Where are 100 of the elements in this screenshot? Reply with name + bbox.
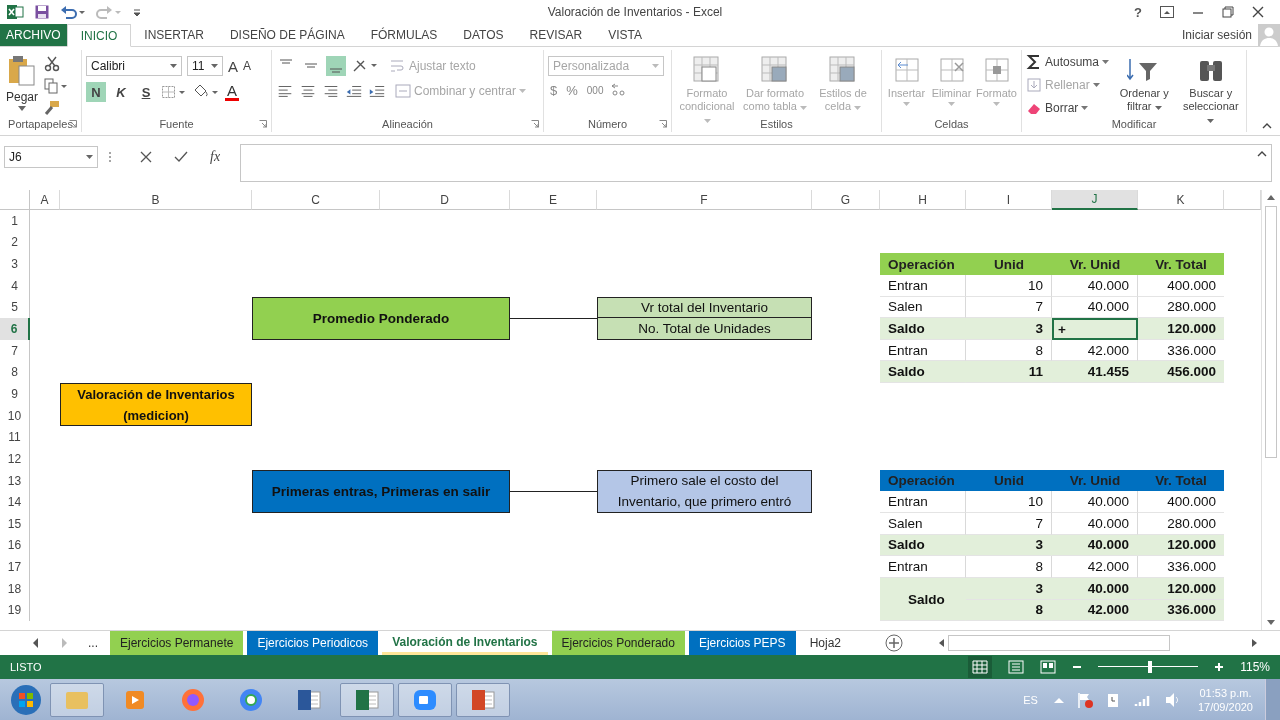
- font-style-button[interactable]: S: [136, 82, 156, 102]
- help-button[interactable]: ?: [1134, 4, 1142, 20]
- ribbon-button[interactable]: Buscar y seleccionar: [1179, 52, 1242, 126]
- expand-icon[interactable]: [1257, 151, 1267, 157]
- row-header[interactable]: 16: [0, 534, 30, 557]
- font-color-button[interactable]: A: [225, 83, 239, 101]
- scroll-up-icon[interactable]: [1267, 194, 1275, 200]
- column-header[interactable]: K: [1138, 190, 1224, 210]
- row-header[interactable]: 7: [0, 339, 30, 362]
- ribbon-tab[interactable]: ARCHIVO: [0, 24, 67, 46]
- column-header[interactable]: D: [380, 190, 510, 210]
- scroll-down-icon[interactable]: [1267, 620, 1275, 626]
- column-header[interactable]: G: [812, 190, 880, 210]
- save-icon[interactable]: [34, 4, 50, 20]
- grow-font-button[interactable]: A: [228, 57, 238, 75]
- scissors-icon[interactable]: [44, 56, 61, 72]
- sheet-tab[interactable]: Ejercicios Permanete: [110, 631, 244, 655]
- column-header[interactable]: I: [966, 190, 1052, 210]
- page-layout-icon[interactable]: [1008, 660, 1025, 674]
- row-header[interactable]: 9: [0, 383, 30, 405]
- format-painter-icon[interactable]: [44, 100, 61, 116]
- ribbon-button[interactable]: Ordenar y filtrar: [1113, 52, 1176, 113]
- cancel-icon[interactable]: [140, 151, 152, 163]
- customize-icon[interactable]: [132, 7, 142, 17]
- column-header[interactable]: E: [510, 190, 597, 210]
- close-icon[interactable]: [1252, 6, 1264, 18]
- font-style-button[interactable]: N: [86, 82, 106, 102]
- ribbon-button[interactable]: Autosuma: [1026, 52, 1110, 72]
- row-header[interactable]: 1: [0, 210, 30, 232]
- column-header[interactable]: A: [30, 190, 60, 210]
- column-header[interactable]: J: [1052, 190, 1138, 210]
- scroll-right-icon[interactable]: [1252, 639, 1258, 647]
- insert-function-button[interactable]: fx: [210, 149, 221, 165]
- sign-in-link[interactable]: Iniciar sesión: [1181, 28, 1252, 42]
- sheet-tab[interactable]: Ejercicios PEPS: [688, 631, 796, 655]
- sheet-tab[interactable]: Ejercicios Periodicos: [247, 631, 379, 655]
- ribbon-tab[interactable]: FÓRMULAS: [357, 24, 451, 46]
- row-header[interactable]: 17: [0, 556, 30, 578]
- row-header[interactable]: 18: [0, 577, 30, 600]
- row-header[interactable]: 12: [0, 448, 30, 470]
- add-sheet-icon[interactable]: [885, 634, 903, 652]
- font-style-button[interactable]: K: [111, 82, 131, 102]
- row-header[interactable]: 2: [0, 231, 30, 254]
- taskbar-button[interactable]: [340, 682, 394, 717]
- previous-sheet-icon[interactable]: [32, 638, 40, 648]
- number-format-button[interactable]: %: [564, 82, 580, 98]
- scrollbar-thumb[interactable]: [948, 635, 1170, 651]
- undo-icon[interactable]: [60, 5, 86, 19]
- paste-button[interactable]: Pegar: [4, 52, 41, 113]
- number-format-button[interactable]: $: [548, 82, 560, 98]
- dialog-launcher-icon[interactable]: [659, 120, 667, 128]
- row-header[interactable]: 11: [0, 426, 30, 449]
- ribbon-tab[interactable]: DATOS: [450, 24, 517, 46]
- ribbon-tab[interactable]: VISTA: [595, 24, 656, 46]
- zoom-in-icon[interactable]: [1214, 662, 1225, 672]
- ribbon-button[interactable]: Borrar: [1026, 98, 1110, 118]
- ribbon-tab[interactable]: REVISAR: [516, 24, 596, 46]
- row-header[interactable]: 4: [0, 274, 30, 297]
- row-header[interactable]: 19: [0, 599, 30, 622]
- zoom-slider-thumb[interactable]: [1148, 661, 1153, 673]
- name-box[interactable]: J6: [4, 146, 98, 168]
- collapse-ribbon-icon[interactable]: [1262, 123, 1272, 129]
- row-header[interactable]: 3: [0, 253, 30, 275]
- row-header[interactable]: 6: [0, 318, 30, 340]
- row-header[interactable]: 10: [0, 404, 30, 427]
- row-header[interactable]: 15: [0, 512, 30, 535]
- scroll-left-icon[interactable]: [938, 639, 944, 647]
- taskbar-button[interactable]: [456, 682, 510, 717]
- ribbon-tab[interactable]: INICIO: [66, 24, 132, 47]
- column-header[interactable]: F: [597, 190, 812, 210]
- enter-icon[interactable]: [174, 151, 188, 163]
- more-sheets-button[interactable]: ...: [88, 636, 98, 650]
- font-name-field[interactable]: Calibri: [86, 56, 182, 76]
- ribbon-display-icon[interactable]: [1160, 6, 1174, 18]
- row-header[interactable]: 8: [0, 361, 30, 384]
- font-size-field[interactable]: 11: [187, 56, 223, 76]
- column-header[interactable]: H: [880, 190, 966, 210]
- column-header[interactable]: C: [252, 190, 380, 210]
- dialog-launcher-icon[interactable]: [531, 120, 539, 128]
- dialog-launcher-icon[interactable]: [259, 120, 267, 128]
- borders-icon[interactable]: [161, 84, 187, 100]
- shrink-font-button[interactable]: A: [243, 59, 252, 73]
- sheet-tab[interactable]: Ejercicios Ponderado: [551, 631, 685, 655]
- restore-icon[interactable]: [1222, 6, 1234, 18]
- flag-icon[interactable]: [1075, 690, 1094, 709]
- formula-input[interactable]: [240, 144, 1272, 182]
- scrollbar-thumb[interactable]: [1265, 206, 1277, 458]
- start-button-icon[interactable]: [10, 683, 42, 716]
- copy-icon[interactable]: [44, 78, 69, 94]
- row-header[interactable]: 14: [0, 491, 30, 513]
- column-header[interactable]: B: [60, 190, 252, 210]
- ribbon-tab[interactable]: INSERTAR: [131, 24, 217, 46]
- page-break-icon[interactable]: [1040, 660, 1057, 674]
- sheet-tab[interactable]: Hoja2: [799, 631, 851, 655]
- normal-view-icon[interactable]: [968, 656, 993, 678]
- zoom-level[interactable]: 115%: [1240, 660, 1270, 674]
- ribbon-tab[interactable]: DISEÑO DE PÁGINA: [216, 24, 358, 46]
- row-header[interactable]: 13: [0, 469, 30, 492]
- number-format-button[interactable]: 000: [584, 84, 606, 96]
- taskbar-button[interactable]: [398, 682, 452, 717]
